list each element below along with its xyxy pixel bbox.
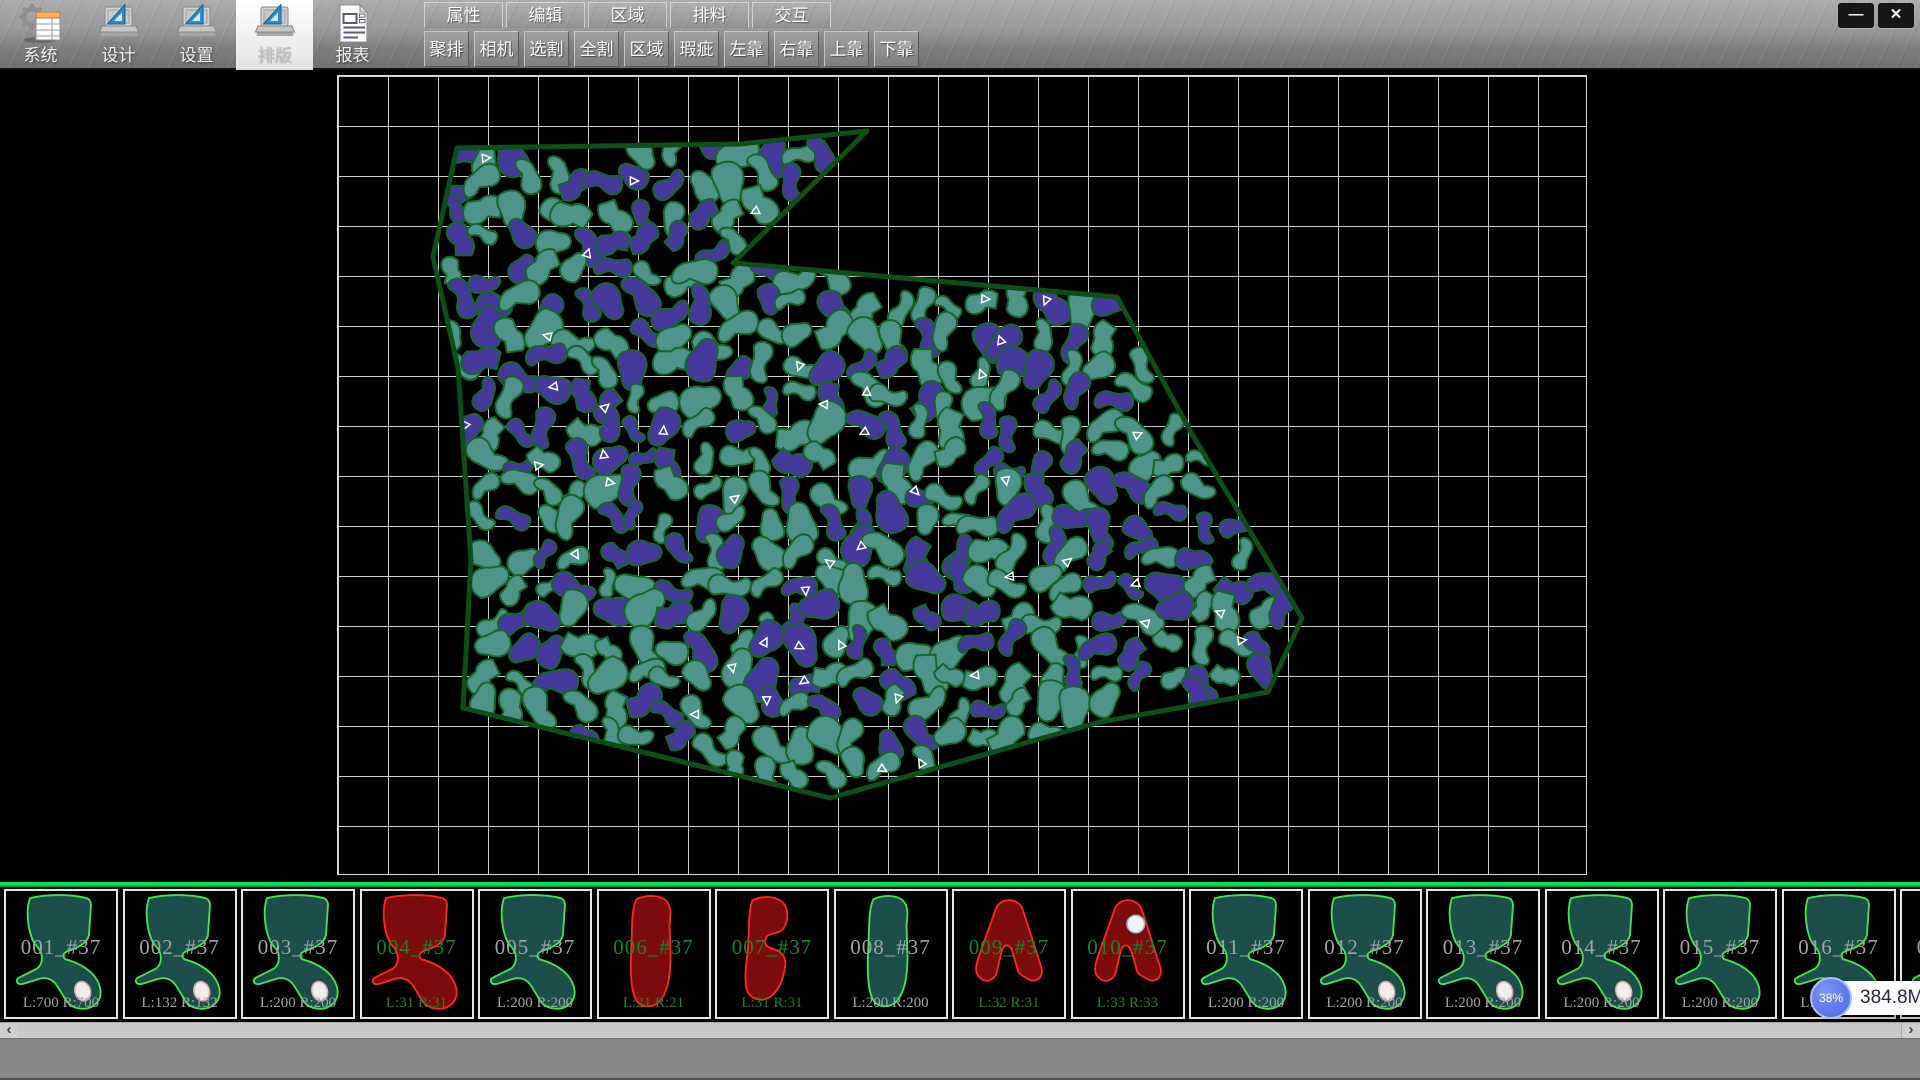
progress-percent: 38% <box>1819 991 1843 1005</box>
part-thumbnail-list: 001_#37 L:700 R:700 002_#37 L:132 R:132 … <box>0 889 1920 1019</box>
part-thumb-002[interactable]: 002_#37 L:132 R:132 <box>123 889 237 1019</box>
horizontal-scrollbar[interactable]: ‹ › <box>0 1022 1920 1038</box>
part-lr-count: L:33 R:33 <box>1073 995 1183 1012</box>
part-lr-count: L:21 R:21 <box>599 995 709 1012</box>
part-lr-count: L:700 R:700 <box>6 995 116 1012</box>
part-name: 013_#37 <box>1428 935 1538 960</box>
bottom-bar <box>0 1038 1920 1080</box>
part-lr-count: L:200 R:200 <box>1547 995 1657 1012</box>
workspace <box>0 70 1920 882</box>
part-thumb-003[interactable]: 003_#37 L:200 R:200 <box>241 889 355 1019</box>
part-lr-count: L:200 R:200 <box>1191 995 1301 1012</box>
part-thumb-008[interactable]: 008_#37 L:200 R:200 <box>834 889 948 1019</box>
memory-label: 384.8M <box>1860 981 1920 1015</box>
part-name: 005_#37 <box>480 935 590 960</box>
part-name: 015_#37 <box>1665 935 1775 960</box>
part-name: 004_#37 <box>362 935 472 960</box>
part-name: 001_#37 <box>6 935 116 960</box>
part-thumb-014[interactable]: 014_#37 L:200 R:200 <box>1545 889 1659 1019</box>
part-thumb-015[interactable]: 015_#37 L:200 R:200 <box>1663 889 1777 1019</box>
part-name: 003_#37 <box>243 935 353 960</box>
part-thumb-013[interactable]: 013_#37 L:200 R:200 <box>1426 889 1540 1019</box>
part-name: 012_#37 <box>1310 935 1420 960</box>
part-name: 010_#37 <box>1073 935 1183 960</box>
part-thumb-007[interactable]: 007_#37 L:31 R:31 <box>715 889 829 1019</box>
part-thumb-005[interactable]: 005_#37 L:200 R:200 <box>478 889 592 1019</box>
part-lr-count: L:132 R:132 <box>125 995 235 1012</box>
part-lr-count: L:200 R:200 <box>480 995 590 1012</box>
part-name: 009_#37 <box>954 935 1064 960</box>
part-lr-count: L:200 R:200 <box>836 995 946 1012</box>
part-lr-count: L:200 R:200 <box>1310 995 1420 1012</box>
memory-status-badge: 38% 384.8M <box>1812 981 1920 1015</box>
part-name: 016_#37 <box>1784 935 1894 960</box>
application-window: 系统 设计 设置 <box>0 0 1920 1080</box>
part-thumb-006[interactable]: 006_#37 L:21 R:21 <box>597 889 711 1019</box>
part-name: 017_#37 <box>1902 935 1920 960</box>
part-name: 011_#37 <box>1191 935 1301 960</box>
part-lr-count: L:31 R:31 <box>717 995 827 1012</box>
part-lr-count: L:200 R:200 <box>1665 995 1775 1012</box>
part-lr-count: L:31 R:31 <box>362 995 472 1012</box>
scroll-left-button[interactable]: ‹ <box>0 1023 19 1039</box>
part-thumb-004[interactable]: 004_#37 L:31 R:31 <box>360 889 474 1019</box>
scroll-track[interactable] <box>18 1023 1902 1039</box>
part-lr-count: L:200 R:200 <box>243 995 353 1012</box>
scroll-right-button[interactable]: › <box>1901 1023 1920 1039</box>
parts-strip: 001_#37 L:700 R:700 002_#37 L:132 R:132 … <box>0 882 1920 1022</box>
part-name: 007_#37 <box>717 935 827 960</box>
part-thumb-012[interactable]: 012_#37 L:200 R:200 <box>1308 889 1422 1019</box>
part-name: 014_#37 <box>1547 935 1657 960</box>
part-thumb-011[interactable]: 011_#37 L:200 R:200 <box>1189 889 1303 1019</box>
part-name: 008_#37 <box>836 935 946 960</box>
progress-circle: 38% <box>1810 977 1852 1019</box>
part-lr-count: L:200 R:200 <box>1428 995 1538 1012</box>
part-name: 006_#37 <box>599 935 709 960</box>
part-lr-count: L:32 R:31 <box>954 995 1064 1012</box>
part-thumb-001[interactable]: 001_#37 L:700 R:700 <box>4 889 118 1019</box>
parts-strip-separator <box>0 882 1920 887</box>
part-name: 002_#37 <box>125 935 235 960</box>
part-thumb-010[interactable]: 010_#37 L:33 R:33 <box>1071 889 1185 1019</box>
nested-pieces <box>434 121 1307 795</box>
part-thumb-009[interactable]: 009_#37 L:32 R:31 <box>952 889 1066 1019</box>
